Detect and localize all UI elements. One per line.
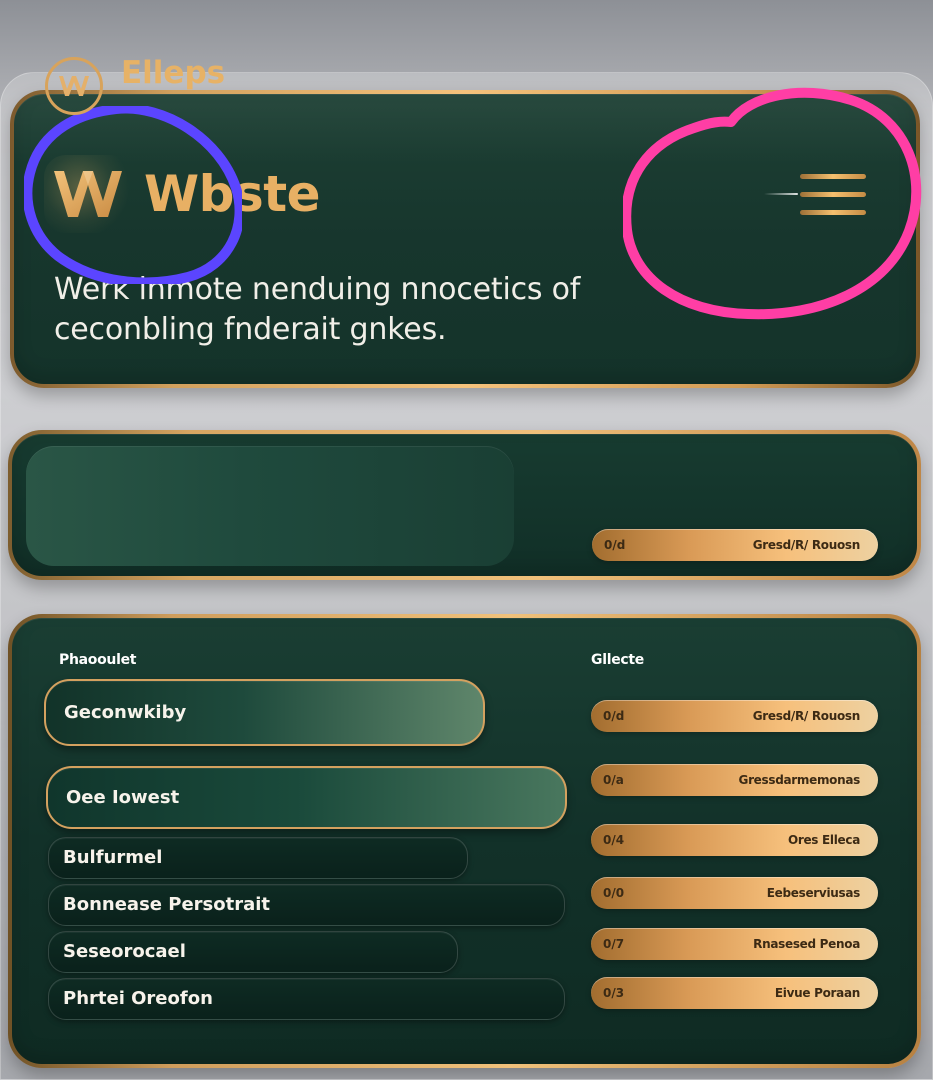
right-pill-5[interactable]: 0/7 Rnasesed Penoa: [591, 928, 878, 960]
circle-w-logo-icon: [45, 57, 103, 115]
circle-w-logo-svg: [59, 76, 89, 96]
right-pill-5-left-text: 0/7: [603, 937, 625, 951]
option-1-label: Geconwkiby: [64, 701, 187, 723]
right-pill-4[interactable]: 0/0 Eebeserviusas: [591, 877, 878, 909]
right-pill-6[interactable]: 0/3 Eivue Poraan: [591, 977, 878, 1009]
w-logo-icon: [44, 155, 132, 233]
option-2-button[interactable]: Oee Iowest: [46, 766, 567, 829]
options-right-label: Gllecte: [591, 652, 644, 668]
hero-description-line-2: ceconbling fnderait gnkes.: [54, 312, 447, 347]
right-pill-4-right-text: Eebeserviusas: [766, 886, 861, 900]
right-pill-4-left-text: 0/0: [603, 886, 625, 900]
option-6-label: Phrtei Oreofon: [63, 988, 213, 1009]
w-logo-svg: [54, 171, 122, 217]
feature-title: Elleps: [121, 55, 226, 91]
option-1-button[interactable]: Geconwkiby: [44, 679, 485, 746]
feature-pill-left-text: 0/d: [604, 538, 626, 552]
right-pill-2-left-text: 0/a: [603, 773, 624, 787]
feature-tile: [26, 446, 514, 566]
right-pill-2[interactable]: 0/a Gressdarmemonas: [591, 764, 878, 796]
right-pill-1[interactable]: 0/d Gresd/R/ Rouosn: [591, 700, 878, 732]
feature-pill-right-text: Gresd/R/ Rouosn: [752, 538, 861, 552]
right-pill-3-left-text: 0/4: [603, 833, 625, 847]
right-pill-6-left-text: 0/3: [603, 986, 625, 1000]
option-3-label: Bulfurmel: [63, 847, 163, 868]
brand-name: Wbste: [144, 165, 321, 223]
right-pill-6-right-text: Eivue Poraan: [774, 986, 860, 1000]
right-pill-1-left-text: 0/d: [603, 709, 625, 723]
right-pill-2-right-text: Gressdarmemonas: [738, 773, 861, 787]
option-3-button[interactable]: Bulfurmel: [48, 837, 468, 879]
option-5-button[interactable]: Seseorocael: [48, 931, 458, 973]
hamburger-menu-icon-bar-3: [800, 210, 866, 215]
brand-lockup[interactable]: Wbste: [44, 150, 326, 238]
option-2-label: Oee Iowest: [66, 786, 180, 808]
option-6-button[interactable]: Phrtei Oreofon: [48, 978, 565, 1020]
right-pill-5-right-text: Rnasesed Penoa: [753, 937, 860, 951]
feature-pill[interactable]: 0/d Gresd/R/ Rouosn: [592, 529, 878, 561]
hero-description-line-1: Werk inmote nenduing nnocetics of: [54, 272, 581, 307]
option-5-label: Seseorocael: [63, 941, 186, 962]
hamburger-menu-icon-bar-1: [800, 174, 866, 179]
hero-description: Werk inmote nenduing nnocetics of ceconb…: [54, 270, 614, 350]
option-4-button[interactable]: Bonnease Persotrait: [48, 884, 565, 926]
right-pill-3[interactable]: 0/4 Ores Elleca: [591, 824, 878, 856]
right-pill-1-right-text: Gresd/R/ Rouosn: [752, 709, 861, 723]
menu-motion-line: [764, 193, 798, 195]
menu-button[interactable]: [760, 170, 868, 222]
options-left-label: Phaooulet: [59, 652, 137, 668]
right-pill-3-right-text: Ores Elleca: [787, 833, 860, 847]
hamburger-menu-icon-bar-2: [800, 192, 866, 197]
option-4-label: Bonnease Persotrait: [63, 894, 271, 915]
